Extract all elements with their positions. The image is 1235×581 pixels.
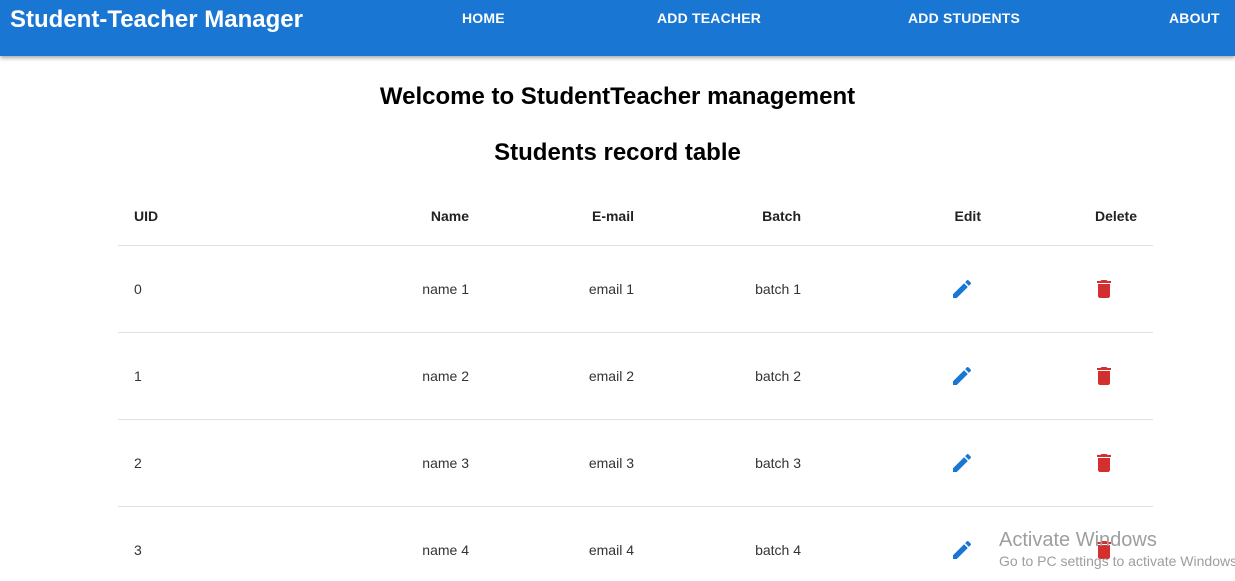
watermark-subtitle: Go to PC settings to activate Windows. — [999, 553, 1235, 569]
trash-icon[interactable] — [1092, 277, 1116, 301]
nav-home-link[interactable]: HOME — [462, 9, 505, 27]
trash-icon[interactable] — [1092, 364, 1116, 388]
cell-uid: 0 — [118, 245, 304, 333]
nav-add-students-link[interactable]: ADD STUDENTS — [908, 9, 1020, 27]
cell-email: email 1 — [469, 245, 634, 333]
table-row: 3 name 4 email 4 batch 4 — [118, 506, 1153, 581]
cell-delete — [983, 419, 1153, 507]
activate-windows-watermark: Activate Windows Go to PC settings to ac… — [999, 528, 1235, 570]
column-header-email: E-mail — [469, 187, 634, 246]
table-row: 0 name 1 email 1 batch 1 — [118, 245, 1153, 333]
cell-edit — [801, 419, 983, 507]
cell-edit — [801, 506, 983, 581]
column-header-delete: Delete — [983, 187, 1153, 246]
app-bar: Student-Teacher Manager HOME ADD TEACHER… — [0, 0, 1235, 56]
cell-batch: batch 3 — [634, 419, 801, 507]
cell-delete — [983, 332, 1153, 420]
trash-icon[interactable] — [1092, 451, 1116, 475]
cell-edit — [801, 332, 983, 420]
cell-uid: 3 — [118, 506, 304, 581]
column-header-edit: Edit — [801, 187, 983, 246]
pencil-icon[interactable] — [950, 538, 974, 562]
cell-uid: 1 — [118, 332, 304, 420]
app-title: Student-Teacher Manager — [10, 6, 303, 33]
table-header-row: UID Name E-mail Batch Edit Delete — [118, 187, 1153, 246]
cell-email: email 3 — [469, 419, 634, 507]
cell-email: email 4 — [469, 506, 634, 581]
watermark-title: Activate Windows — [999, 529, 1157, 551]
cell-name: name 2 — [304, 332, 469, 420]
cell-email: email 2 — [469, 332, 634, 420]
nav-add-teacher-link[interactable]: ADD TEACHER — [657, 9, 761, 27]
column-header-name: Name — [304, 187, 469, 246]
students-table: UID Name E-mail Batch Edit Delete 0 name… — [118, 187, 1153, 581]
pencil-icon[interactable] — [950, 451, 974, 475]
students-table-container: UID Name E-mail Batch Edit Delete 0 name… — [118, 187, 1153, 581]
pencil-icon[interactable] — [950, 277, 974, 301]
column-header-batch: Batch — [634, 187, 801, 246]
cell-name: name 4 — [304, 506, 469, 581]
column-header-uid: UID — [118, 187, 304, 246]
cell-name: name 3 — [304, 419, 469, 507]
table-title-heading: Students record table — [494, 139, 741, 166]
cell-uid: 2 — [118, 419, 304, 507]
cell-batch: batch 4 — [634, 506, 801, 581]
nav-about-link[interactable]: ABOUT — [1169, 9, 1220, 27]
cell-name: name 1 — [304, 245, 469, 333]
cell-edit — [801, 245, 983, 333]
welcome-heading: Welcome to StudentTeacher management — [379, 83, 856, 110]
pencil-icon[interactable] — [950, 364, 974, 388]
table-row: 2 name 3 email 3 batch 3 — [118, 419, 1153, 507]
cell-delete — [983, 245, 1153, 333]
cell-batch: batch 2 — [634, 332, 801, 420]
cell-batch: batch 1 — [634, 245, 801, 333]
table-row: 1 name 2 email 2 batch 2 — [118, 332, 1153, 420]
